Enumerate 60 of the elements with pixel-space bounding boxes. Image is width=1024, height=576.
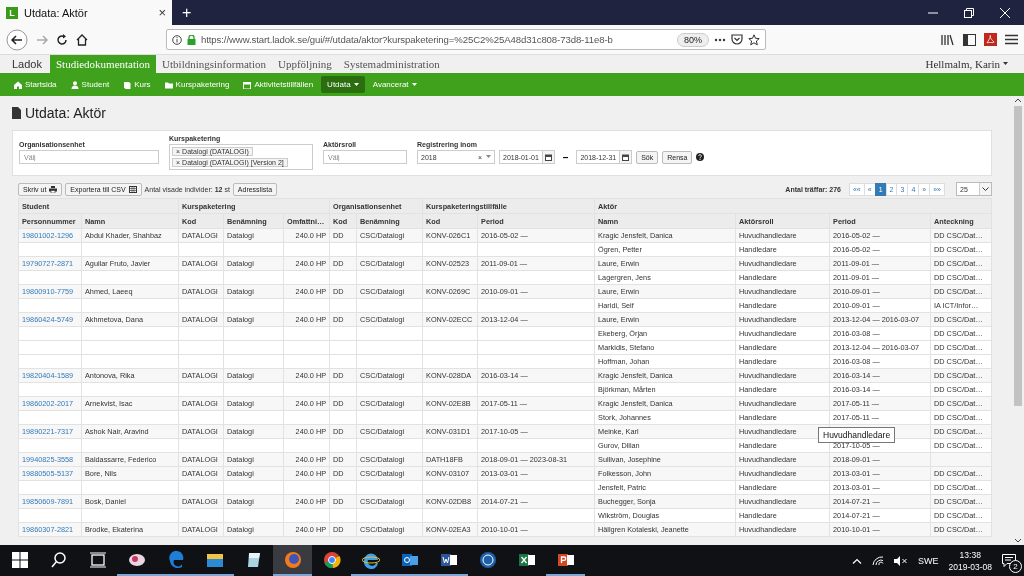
globe-app-icon[interactable] <box>478 550 497 569</box>
wifi-icon[interactable] <box>872 555 884 566</box>
lock-icon <box>187 34 196 45</box>
help-icon[interactable] <box>696 153 705 161</box>
calendar-icon <box>243 80 252 89</box>
language-indicator[interactable]: SWE <box>918 555 939 566</box>
restore-icon[interactable] <box>964 7 974 18</box>
more-icon[interactable] <box>714 37 726 42</box>
back-icon[interactable] <box>6 28 28 51</box>
browser-app-icon[interactable] <box>322 550 341 569</box>
url-text: https://www.start.ladok.se/gui/#/utdata/aktor?kurspaketering=%25C2%25A48d31c808-73d8-11e8-b <box>201 34 614 45</box>
pocket-icon[interactable] <box>731 34 743 45</box>
nav-link[interactable]: Utdata <box>321 76 365 93</box>
caret-icon <box>486 155 491 159</box>
caret-icon <box>1003 62 1008 66</box>
chevron-up-icon[interactable] <box>852 557 862 564</box>
app-tab[interactable]: Systemadministration <box>337 55 446 73</box>
scrollbar-drawing[interactable] <box>1013 96 1023 545</box>
info-icon <box>172 34 182 45</box>
caret-icon <box>411 82 417 87</box>
menu-icon[interactable] <box>1005 34 1018 45</box>
app-tab[interactable]: Utbildningsinformation <box>156 55 272 73</box>
reload-icon[interactable] <box>56 33 68 46</box>
calendar-icon[interactable] <box>622 153 630 161</box>
task-view-icon[interactable] <box>88 550 107 569</box>
date-separator: – <box>561 151 570 163</box>
table-icon <box>128 185 137 193</box>
pdf-icon[interactable] <box>984 33 997 46</box>
notification-count: 2 <box>1009 560 1022 573</box>
home-icon[interactable] <box>76 33 88 46</box>
app-tab[interactable]: Uppföljning <box>272 55 338 73</box>
calendar-icon[interactable] <box>544 153 552 161</box>
library-icon[interactable] <box>941 33 955 46</box>
notification-icon[interactable] <box>1002 554 1016 567</box>
printer-icon <box>49 185 58 193</box>
windows-icon[interactable] <box>10 550 29 569</box>
caret-icon <box>353 82 359 87</box>
sidebar-icon[interactable] <box>963 33 976 46</box>
speaker-muted-icon[interactable] <box>894 555 908 566</box>
chevron-icon <box>982 186 989 192</box>
browser-tab[interactable]: L Utdata: Aktör × <box>0 0 172 25</box>
home-icon <box>14 80 22 89</box>
close-icon[interactable] <box>1000 7 1010 18</box>
new-tab-button[interactable]: + <box>172 0 202 25</box>
clock-time[interactable]: 13:38 <box>959 548 981 561</box>
favicon-icon: L <box>6 6 18 19</box>
close-tab-button[interactable]: × <box>158 5 166 20</box>
clock-date[interactable]: 2019-03-08 <box>948 560 992 573</box>
search-icon[interactable] <box>49 550 68 569</box>
ladok-logo[interactable]: Ladok <box>0 55 50 73</box>
zoom-level-button[interactable]: 80% <box>677 32 709 47</box>
user-menu[interactable]: Hellmalm, Karin <box>925 58 1000 70</box>
book-icon <box>123 80 132 89</box>
star-icon[interactable] <box>748 33 760 46</box>
document-icon <box>12 107 21 119</box>
tooltip: Huvudhandledare <box>818 427 896 443</box>
user-icon <box>70 80 79 89</box>
page-title: Utdata: Aktör <box>25 105 106 121</box>
address-field[interactable]: https://www.start.ladok.se/gui/#/utdata/aktor?kurspaketering=%25C2%25A48d31c808-73d8-11e8-b 80% <box>166 29 766 50</box>
folder-icon <box>164 80 173 89</box>
